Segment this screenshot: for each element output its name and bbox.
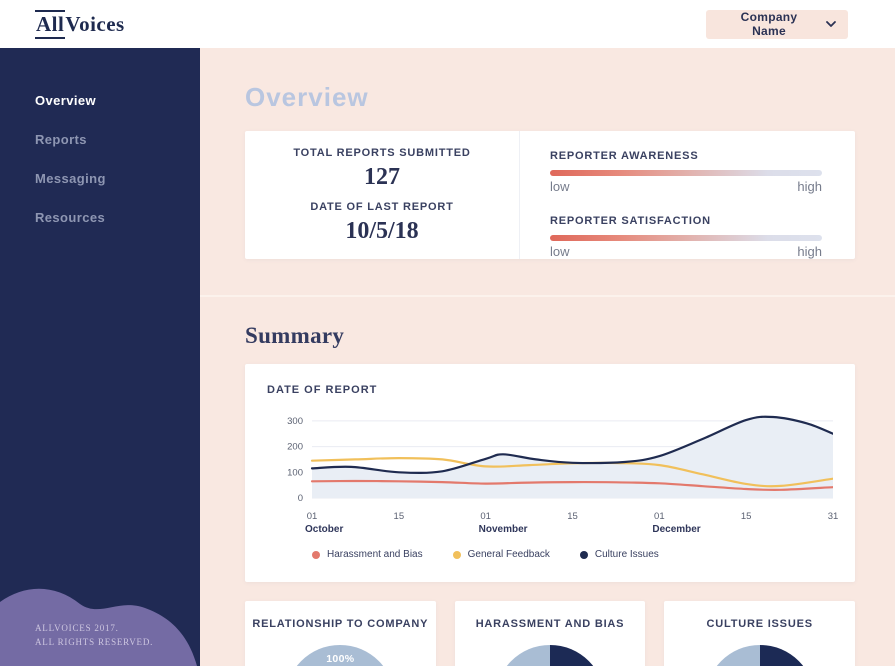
section-divider	[200, 295, 895, 297]
reporter-awareness-bar	[550, 170, 822, 176]
legend-item: Culture Issues	[579, 549, 659, 560]
overview-stats-card: TOTAL REPORTS SUBMITTED 127 DATE OF LAST…	[245, 131, 855, 259]
donut-percent-label: 100%	[326, 653, 355, 665]
x-tick-label: 01	[480, 511, 491, 522]
reporter-awareness-label: REPORTER AWARENESS	[550, 150, 699, 162]
scale-low-label: low	[550, 179, 570, 194]
month-label: December	[652, 524, 701, 535]
chart-legend: Harassment and Bias General Feedback Cultu…	[267, 549, 833, 560]
month-label: October	[305, 524, 344, 535]
sidebar-item-messaging[interactable]: Messaging	[0, 159, 200, 198]
x-tick-label: 15	[740, 511, 752, 522]
donut-cards-row: RELATIONSHIP TO COMPANY 100% HARASSMENT …	[245, 601, 856, 666]
meters-column: REPORTER AWARENESS low high REPORTER SAT…	[520, 131, 855, 259]
legend-dot-icon	[312, 550, 320, 559]
page-title: Overview	[245, 82, 369, 112]
logo-voices-text: Voices	[65, 11, 125, 36]
harassment-and-bias-card: HARASSMENT AND BIAS 20%	[454, 601, 646, 666]
legend-label: General Feedback	[467, 549, 550, 560]
scale-high-label: high	[797, 179, 822, 194]
company-name-dropdown[interactable]: Company Name	[706, 9, 848, 39]
donut-card-title: CULTURE ISSUES	[706, 618, 813, 630]
month-label: November	[478, 524, 528, 535]
logo-all-text: All	[35, 9, 66, 39]
copyright-line2: ALL RIGHTS RESERVED.	[35, 637, 154, 647]
date-of-report-chart-card: DATE OF REPORT 0 100 200 300 01 15 01 15 01 15 31…	[245, 364, 855, 582]
allvoices-logo: AllVoices	[35, 9, 125, 39]
scale-low-label: low	[550, 244, 570, 259]
svg-text:200: 200	[287, 442, 303, 453]
culture-issues-donut: 20%	[704, 645, 815, 666]
culture-issues-card: CULTURE ISSUES 20%	[664, 601, 856, 666]
scale-high-label: high	[797, 244, 822, 259]
copyright-line1: ALLVOICES 2017.	[35, 623, 119, 633]
sidebar-item-overview[interactable]: Overview	[0, 81, 200, 120]
legend-dot-icon	[579, 550, 588, 559]
sidebar: Overview Reports Messaging Resources ALL…	[0, 48, 200, 666]
line-chart: 0 100 200 300 01 15 01 15 01 15 31 October Novembe…	[267, 408, 839, 560]
last-report-date-label: DATE OF LAST REPORT	[310, 200, 454, 213]
legend-label: Culture Issues	[594, 549, 659, 560]
summary-section-title: Summary	[245, 323, 345, 348]
x-tick-label: 01	[306, 511, 318, 522]
legend-dot-icon	[452, 550, 461, 559]
legend-label: Harassment and Bias	[327, 549, 423, 560]
donut-card-title: HARASSMENT AND BIAS	[475, 618, 625, 630]
legend-item: Harassment and Bias	[312, 549, 423, 560]
last-report-date-value: 10/5/18	[345, 217, 419, 244]
sidebar-item-reports[interactable]: Reports	[0, 120, 200, 159]
total-reports-label: TOTAL REPORTS SUBMITTED	[293, 146, 471, 159]
company-name-label: Company Name	[740, 10, 798, 38]
stats-column: TOTAL REPORTS SUBMITTED 127 DATE OF LAST…	[245, 131, 520, 259]
meter-scale: low high	[550, 244, 822, 259]
chevron-down-icon	[826, 21, 836, 27]
relationship-to-company-card: RELATIONSHIP TO COMPANY 100%	[245, 601, 436, 666]
copyright-text: ALLVOICES 2017. ALL RIGHTS RESERVED.	[35, 621, 153, 649]
sidebar-item-resources[interactable]: Resources	[0, 198, 200, 237]
x-axis-month-labels: October November December	[267, 523, 833, 537]
reporter-satisfaction-bar	[550, 235, 822, 241]
donut-card-title: RELATIONSHIP TO COMPANY	[252, 618, 429, 630]
reporter-satisfaction-label: REPORTER SATISFACTION	[550, 215, 711, 227]
harassment-and-bias-donut: 20%	[495, 645, 605, 666]
x-axis-tick-labels: 01 15 01 15 01 15 31	[267, 509, 839, 523]
main-content: Overview TOTAL REPORTS SUBMITTED 127 DAT…	[200, 48, 895, 666]
legend-item: General Feedback	[452, 549, 550, 560]
x-tick-label: 01	[654, 511, 665, 522]
top-header: AllVoices Company Name	[0, 0, 895, 48]
total-reports-value: 127	[364, 163, 400, 190]
svg-text:100: 100	[287, 467, 303, 478]
x-tick-label: 15	[393, 511, 405, 522]
meter-scale: low high	[550, 179, 822, 194]
svg-text:0: 0	[298, 493, 303, 504]
sidebar-nav: Overview Reports Messaging Resources	[0, 48, 200, 237]
line-chart-plot: 0 100 200 300	[287, 415, 835, 504]
x-tick-label: 31	[827, 511, 839, 522]
relationship-to-company-donut: 100%	[285, 645, 396, 666]
chart-title: DATE OF REPORT	[267, 384, 378, 396]
reporter-awareness-meter: REPORTER AWARENESS low high	[550, 150, 822, 194]
purple-blob-decoration	[0, 588, 200, 666]
x-tick-label: 15	[567, 511, 578, 522]
svg-text:300: 300	[287, 416, 303, 427]
reporter-satisfaction-meter: REPORTER SATISFACTION low high	[550, 215, 822, 259]
